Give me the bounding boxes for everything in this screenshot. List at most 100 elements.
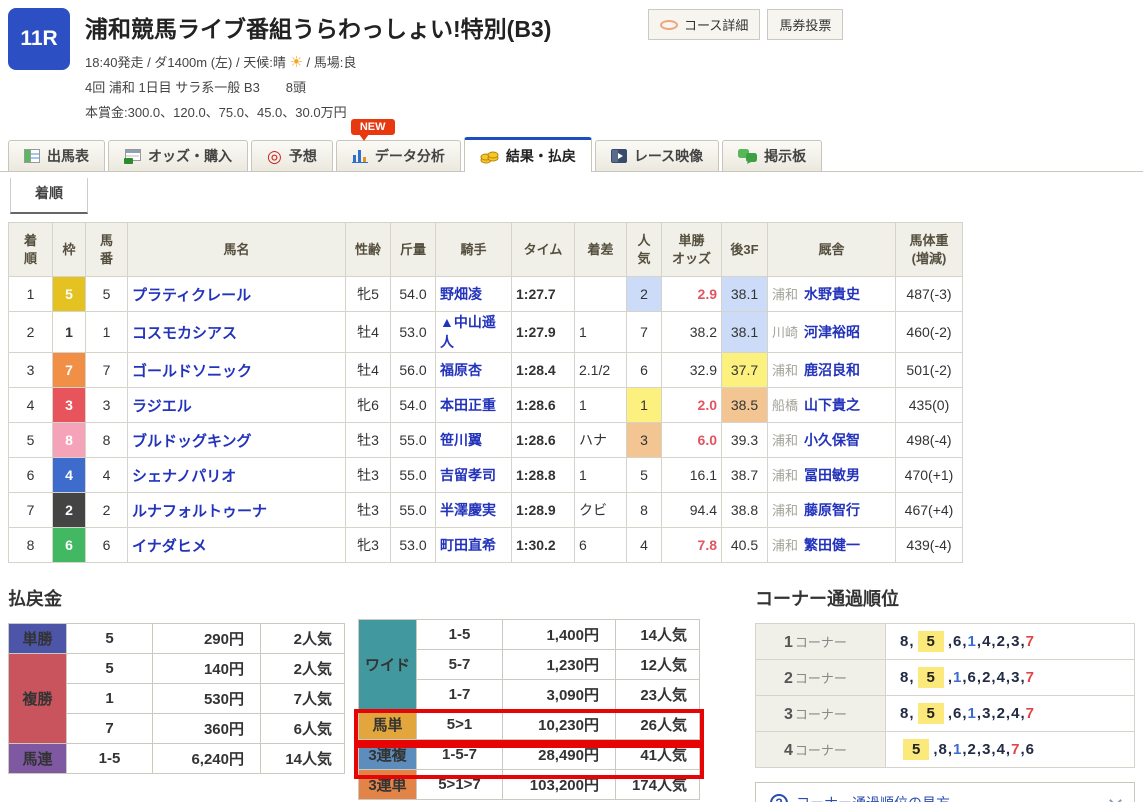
bet-type-label: ワイド: [359, 620, 417, 710]
comma: ,: [948, 669, 952, 686]
column-header: 馬体重 (増減): [896, 223, 963, 277]
course-detail-button[interactable]: コース詳細: [648, 9, 760, 40]
horse-name-link[interactable]: プラティクレール: [132, 287, 251, 304]
popularity: 6: [627, 353, 662, 388]
stable-cell: 浦和繁田健一: [768, 528, 896, 563]
tab-data-analysis[interactable]: データ分析NEW: [336, 140, 461, 171]
corner-horse-number: 2: [982, 669, 990, 686]
horse-name-link[interactable]: ブルドッグキング: [132, 433, 252, 450]
jockey-link[interactable]: ▲中山遥人: [440, 314, 496, 350]
horse-number: 3: [86, 388, 128, 423]
race-class-line: 4回 浦和 1日目 サラ系一般 B3 8頭: [85, 77, 1143, 96]
jockey-load: 55.0: [391, 423, 436, 458]
stable-area: 浦和: [772, 503, 798, 518]
horse-name-link[interactable]: ゴールドソニック: [132, 363, 252, 380]
column-header: 着 順: [9, 223, 53, 277]
corner-suffix: コーナー: [795, 635, 847, 650]
payout-row: 複勝5140円2人気: [9, 654, 345, 684]
win-odds: 2.0: [662, 388, 722, 423]
finish-position: 3: [9, 353, 53, 388]
frame-number: 2: [53, 493, 86, 528]
comma: ,: [962, 633, 966, 650]
trainer-link[interactable]: 山下貴之: [804, 397, 860, 413]
jockey-link[interactable]: 笹川翼: [440, 432, 482, 448]
trainer-link[interactable]: 藤原智行: [804, 502, 860, 518]
jockey-link[interactable]: 吉留孝司: [440, 467, 496, 483]
comma: ,: [1020, 741, 1024, 758]
jockey-link[interactable]: 町田直希: [440, 537, 496, 553]
corner-number: 2: [784, 670, 793, 687]
tab-results-payout[interactable]: 結果・払戻: [464, 137, 592, 172]
tab-forecast[interactable]: ◎予想: [251, 140, 333, 171]
corner-horse-number: 3: [1011, 669, 1019, 686]
chevron-down-icon: [1109, 794, 1122, 802]
tab-race-video[interactable]: レース映像: [595, 140, 719, 171]
finish-time: 1:28.8: [512, 458, 575, 493]
subtab-finish-order[interactable]: 着順: [10, 178, 88, 214]
payout-amount: 3,090円: [503, 680, 616, 710]
payout-selection: 5: [67, 654, 153, 684]
horse-name-link[interactable]: イナダヒメ: [132, 538, 207, 555]
trainer-link[interactable]: 河津裕昭: [804, 324, 860, 340]
horse-name-link[interactable]: ラジエル: [132, 398, 192, 415]
trainer-link[interactable]: 冨田敏男: [804, 467, 860, 483]
finish-position: 6: [9, 458, 53, 493]
horse-name-link[interactable]: ルナフォルトゥーナ: [132, 503, 267, 520]
jockey-link[interactable]: 半澤慶実: [440, 502, 496, 518]
corner-suffix: コーナー: [795, 707, 847, 722]
result-row: 588ブルドッグキング牡355.0笹川翼1:28.6ハナ36.039.3浦和小久…: [9, 423, 963, 458]
horse-name-link[interactable]: コスモカシアス: [132, 325, 237, 342]
horse-name-cell: ゴールドソニック: [128, 353, 346, 388]
corner-horse-number: 3: [1011, 633, 1019, 650]
payout-selection: 1-5-7: [417, 740, 503, 770]
target-icon: ◎: [267, 148, 282, 165]
win-odds: 94.4: [662, 493, 722, 528]
payout-selection: 5-7: [417, 650, 503, 680]
payout-amount: 1,230円: [503, 650, 616, 680]
jockey-load: 55.0: [391, 458, 436, 493]
jockey-link[interactable]: 野畑凌: [440, 286, 482, 302]
jockey-link[interactable]: 福原杏: [440, 362, 482, 378]
last-3f: 38.1: [722, 312, 768, 353]
column-header: 枠: [53, 223, 86, 277]
bar-chart-icon: [352, 149, 368, 163]
tab-odds-purchase[interactable]: オッズ・購入: [108, 140, 248, 171]
frame-number: 7: [53, 353, 86, 388]
payout-selection: 5>1: [417, 710, 503, 740]
corner-label: 2コーナー: [756, 660, 886, 696]
jockey-link[interactable]: 本田正重: [440, 397, 496, 413]
payout-row: ワイド1-51,400円14人気: [359, 620, 700, 650]
popularity: 4: [627, 528, 662, 563]
horse-name-cell: ブルドッグキング: [128, 423, 346, 458]
tab-entries[interactable]: 出馬表: [8, 140, 105, 171]
trainer-link[interactable]: 鹿沼良和: [804, 362, 860, 378]
horse-name-link[interactable]: シェナノパリオ: [132, 468, 236, 485]
horse-name-cell: ラジエル: [128, 388, 346, 423]
margin: 1: [575, 388, 627, 423]
finish-time: 1:28.9: [512, 493, 575, 528]
ticket-vote-button[interactable]: 馬券投票: [767, 9, 843, 40]
trainer-link[interactable]: 繁田健一: [804, 537, 860, 553]
payout-popularity: 14人気: [616, 620, 700, 650]
horse-number: 2: [86, 493, 128, 528]
margin: [575, 277, 627, 312]
corner-order: 8,5,6,1,3,2,4,7: [886, 696, 1135, 732]
payout-popularity: 174人気: [616, 770, 700, 800]
margin: 2.1/2: [575, 353, 627, 388]
payout-amount: 10,230円: [503, 710, 616, 740]
corner-help-bar[interactable]: ? コーナー通過順位の見方: [755, 782, 1135, 802]
payout-section-left: 払戻金 単勝5290円2人気複勝5140円2人気1530円7人気7360円6人気…: [8, 585, 345, 802]
popularity: 8: [627, 493, 662, 528]
column-header: 厩舎: [768, 223, 896, 277]
tab-board[interactable]: 掲示板: [722, 140, 822, 171]
jockey-cell: 福原杏: [436, 353, 512, 388]
trainer-link[interactable]: 水野貴史: [804, 286, 860, 302]
finish-position: 7: [9, 493, 53, 528]
trainer-link[interactable]: 小久保智: [804, 432, 860, 448]
corner-horse-number: 7: [1026, 669, 1034, 686]
corner-horse-number: 6: [953, 705, 961, 722]
horse-name-cell: イナダヒメ: [128, 528, 346, 563]
comma: ,: [909, 669, 913, 686]
corner-horse-number: 5: [918, 703, 944, 724]
horse-weight: 460(-2): [896, 312, 963, 353]
